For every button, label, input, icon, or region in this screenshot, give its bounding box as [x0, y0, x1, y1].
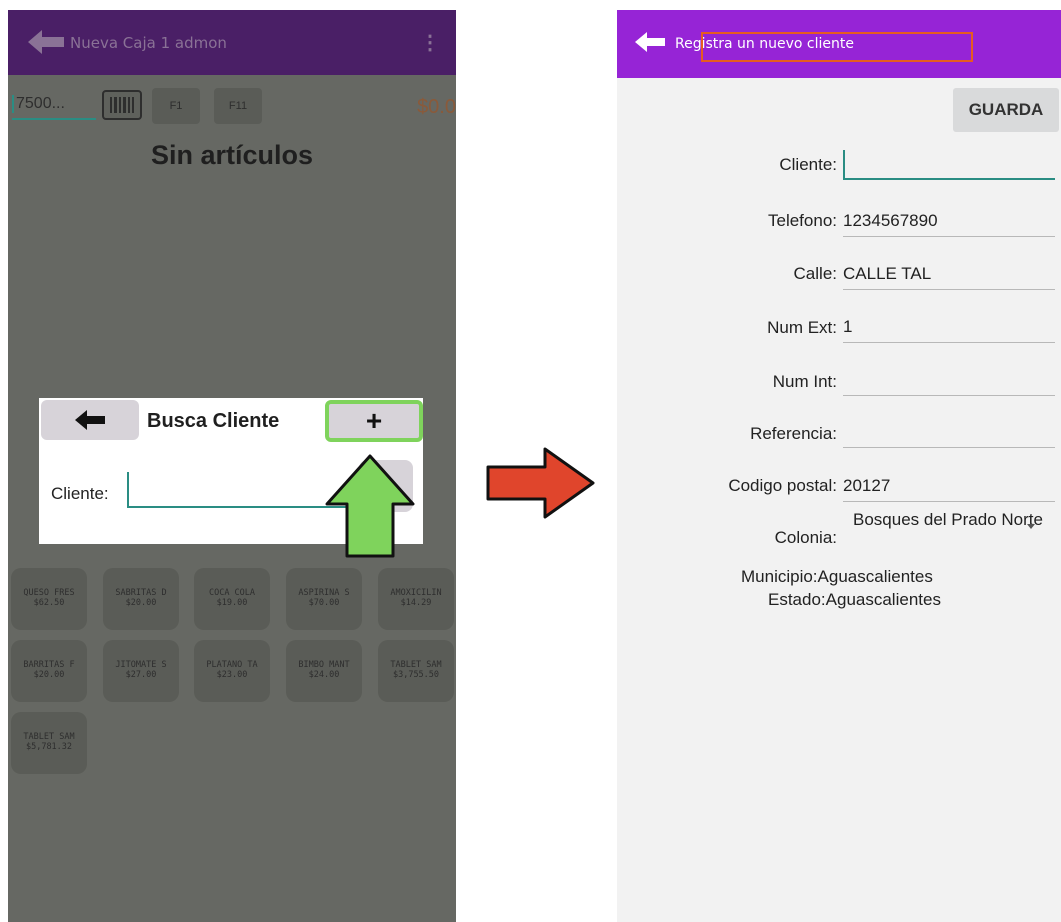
save-button[interactable]: GUARDA — [953, 88, 1059, 132]
right-app-bar: Registra un nuevo cliente — [617, 10, 1061, 78]
product-tile[interactable]: PLATANO TA $23.00 — [194, 640, 270, 702]
overflow-menu-icon[interactable]: ⋮ — [420, 30, 440, 55]
num-ext-field[interactable]: 1 — [843, 313, 1055, 343]
back-arrow-icon[interactable] — [635, 32, 665, 52]
plus-icon: + — [365, 405, 383, 436]
product-tile[interactable]: COCA COLA $19.00 — [194, 568, 270, 630]
product-tile[interactable]: BARRITAS F $20.00 — [11, 640, 87, 702]
product-tile[interactable]: AMOXICILIN $14.29 — [378, 568, 454, 630]
codigo-postal-label: Codigo postal: — [728, 476, 837, 495]
total-amount: $0.0 — [417, 96, 456, 118]
estado-text: Estado:Aguascalientes — [768, 590, 941, 609]
product-tile[interactable]: JITOMATE S $27.00 — [103, 640, 179, 702]
add-client-button[interactable]: + — [325, 400, 423, 442]
municipio-text: Municipio:Aguascalientes — [741, 567, 933, 586]
product-tile[interactable]: QUESO FRES $62.50 — [11, 568, 87, 630]
client-label: Cliente: — [51, 484, 109, 503]
left-app-title: Nueva Caja 1 admon — [70, 34, 227, 52]
dialog-title: Busca Cliente — [147, 410, 280, 432]
left-toolbar: 7500... F1 F11 $0.0 — [8, 88, 456, 128]
calle-label: Calle: — [793, 264, 837, 283]
right-arrow-annotation-icon — [486, 447, 595, 519]
up-arrow-annotation-icon — [325, 454, 415, 558]
amount-input[interactable]: 7500... — [12, 90, 96, 120]
back-arrow-icon — [75, 410, 105, 430]
empty-cart-title: Sin artículos — [150, 140, 314, 170]
cliente-field[interactable] — [843, 150, 1055, 180]
referencia-label: Referencia: — [750, 424, 837, 443]
product-tile[interactable]: TABLET SAM $3,755.50 — [378, 640, 454, 702]
product-tile[interactable]: SABRITAS D $20.00 — [103, 568, 179, 630]
left-app-bar: Nueva Caja 1 admon ⋮ — [8, 10, 456, 75]
calle-field[interactable]: CALLE TAL — [843, 260, 1055, 290]
back-arrow-icon[interactable] — [28, 30, 64, 54]
dropdown-caret-icon[interactable] — [1027, 524, 1035, 529]
product-tile[interactable]: TABLET SAM $5,781.32 — [11, 712, 87, 774]
right-phone-screen: Registra un nuevo cliente GUARDA Cliente… — [617, 10, 1061, 922]
dialog-back-button[interactable] — [41, 400, 139, 440]
barcode-scan-button[interactable] — [102, 90, 142, 120]
product-tile[interactable]: ASPIRINA S $70.00 — [286, 568, 362, 630]
num-ext-label: Num Ext: — [767, 318, 837, 337]
colonia-label: Colonia: — [774, 528, 837, 547]
codigo-postal-field[interactable]: 20127 — [843, 472, 1055, 502]
num-int-field[interactable] — [843, 366, 1055, 396]
cliente-label: Cliente: — [779, 155, 837, 174]
num-int-label: Num Int: — [772, 372, 837, 391]
referencia-field[interactable] — [843, 418, 1055, 448]
product-tile[interactable]: BIMBO MANT $24.00 — [286, 640, 362, 702]
f1-button[interactable]: F1 — [152, 88, 200, 124]
f11-button[interactable]: F11 — [214, 88, 262, 124]
telefono-field[interactable]: 1234567890 — [843, 207, 1055, 237]
colonia-select[interactable]: Bosques del Prado Norte — [853, 510, 1043, 530]
title-highlight-box — [701, 32, 973, 62]
telefono-label: Telefono: — [768, 211, 837, 230]
